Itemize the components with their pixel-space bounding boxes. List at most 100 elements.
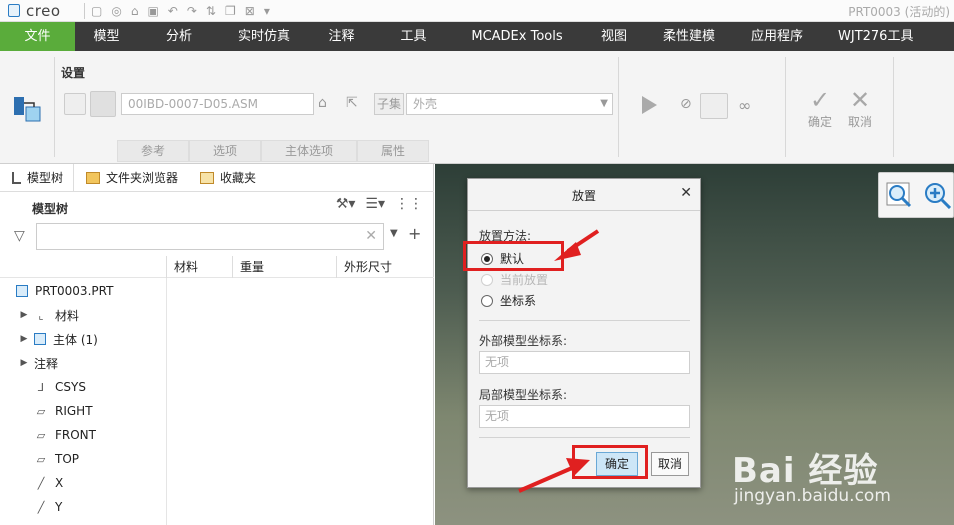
- ribbon-cancel-button[interactable]: ✕ 取消: [840, 87, 880, 130]
- placement-icon[interactable]: [12, 93, 44, 125]
- expand-icon[interactable]: ▶: [18, 358, 30, 368]
- dialog-header: 放置 ✕: [468, 179, 700, 211]
- datum-plane-icon: ▱: [36, 404, 46, 418]
- open-file-icon[interactable]: ⌂: [131, 4, 139, 18]
- close-icon[interactable]: ✕: [680, 185, 692, 201]
- baidu-watermark: Bai 经验: [732, 451, 879, 491]
- customize-dropdown-icon[interactable]: ▾: [264, 4, 270, 18]
- tab-body-options[interactable]: 主体选项: [261, 140, 357, 162]
- tree-item-x[interactable]: ╱ X: [34, 471, 64, 495]
- datum-axis-icon: ╱: [37, 476, 45, 490]
- tab-options[interactable]: 选项: [189, 140, 261, 162]
- glasses-icon[interactable]: ∞: [738, 96, 751, 115]
- menu-simulation[interactable]: 实时仿真: [220, 22, 308, 51]
- column-weight[interactable]: 重量: [232, 256, 336, 278]
- show-options-icon[interactable]: ☰▾: [365, 196, 385, 212]
- expand-icon[interactable]: ▶: [18, 334, 30, 344]
- tab-properties[interactable]: 属性: [357, 140, 429, 162]
- regenerate-icon[interactable]: ⇅: [206, 4, 216, 18]
- part-icon: [16, 285, 28, 297]
- local-csys-label: 局部模型坐标系:: [479, 388, 568, 402]
- globe-icon[interactable]: ◎: [111, 4, 121, 18]
- setting-group-label: 设置: [61, 66, 86, 80]
- menu-view[interactable]: 视图: [582, 22, 646, 51]
- refit-icon[interactable]: [885, 181, 913, 209]
- add-filter-icon[interactable]: +: [408, 224, 421, 243]
- creo-logo: creo: [8, 2, 84, 20]
- filter-dropdown-icon[interactable]: ▼: [390, 228, 398, 239]
- tree-title: 模型树: [32, 202, 69, 216]
- body-icon: [34, 333, 46, 345]
- redo-icon[interactable]: ↷: [187, 4, 197, 18]
- shell-select[interactable]: 外壳 ▼: [406, 93, 613, 115]
- tree-item-y[interactable]: ╱ Y: [34, 495, 63, 519]
- tab-model-tree[interactable]: 模型树: [0, 164, 75, 191]
- radio-icon[interactable]: [481, 294, 493, 307]
- assembly-input[interactable]: 00IBD-0007-D05.ASM: [121, 93, 314, 115]
- external-csys-field[interactable]: 无项: [479, 351, 690, 374]
- menu-bar: 文件 模型 分析 实时仿真 注释 工具 MCADEx Tools 视图 柔性建模…: [0, 22, 954, 51]
- tree-item-annotations[interactable]: ▶ 注释: [18, 351, 58, 375]
- zoom-in-icon[interactable]: [923, 181, 951, 209]
- save-icon[interactable]: ▣: [147, 4, 158, 18]
- menu-wjt276-tools[interactable]: WJT276工具: [822, 22, 954, 51]
- title-bar: creo ▢ ◎ ⌂ ▣ ↶ ↷ ⇅ ❐ ⊠ ▾ PRT0003 (活动的): [0, 0, 954, 22]
- menu-analysis[interactable]: 分析: [138, 22, 220, 51]
- select-reference-icon[interactable]: ⇱: [346, 95, 358, 111]
- pause-icon[interactable]: ⊘: [680, 96, 692, 112]
- menu-applications[interactable]: 应用程序: [732, 22, 822, 51]
- ribbon-ok-button[interactable]: ✓ 确定: [800, 87, 840, 130]
- chevron-down-icon: ▼: [600, 98, 608, 109]
- folder-browser-icon: [86, 171, 101, 184]
- favorites-icon: [200, 171, 215, 184]
- tree-item-top[interactable]: ▱ TOP: [34, 447, 79, 471]
- view-toolbar: [878, 172, 954, 218]
- highlight-default-option: [463, 241, 564, 271]
- column-display-icon[interactable]: ⋮⋮: [395, 196, 423, 212]
- windows-icon[interactable]: ❐: [225, 4, 236, 18]
- creo-cube-icon: [8, 4, 20, 17]
- reference-icon[interactable]: [64, 93, 86, 115]
- local-csys-field[interactable]: 无项: [479, 405, 690, 428]
- tree-item-body[interactable]: ▶ 主体 (1): [18, 327, 98, 351]
- tree-item-csys[interactable]: ⅃ CSYS: [34, 375, 86, 399]
- menu-tools[interactable]: 工具: [375, 22, 452, 51]
- menu-model[interactable]: 模型: [75, 22, 138, 51]
- tree-item-front[interactable]: ▱ FRONT: [34, 423, 96, 447]
- copy-mode-icon[interactable]: [90, 91, 116, 117]
- subset-button[interactable]: 子集: [374, 93, 404, 115]
- option-current-placement: 当前放置: [481, 271, 548, 288]
- menu-mcadex-tools[interactable]: MCADEx Tools: [452, 22, 582, 51]
- expand-icon[interactable]: ▶: [18, 310, 30, 320]
- filter-icon[interactable]: ▽: [14, 228, 25, 244]
- tab-favorites[interactable]: 收藏夹: [188, 164, 266, 191]
- external-csys-label: 外部模型坐标系:: [479, 334, 568, 348]
- tree-item-right[interactable]: ▱ RIGHT: [34, 399, 93, 423]
- undo-icon[interactable]: ↶: [168, 4, 178, 18]
- tab-folder-browser[interactable]: 文件夹浏览器: [74, 164, 188, 191]
- tab-references[interactable]: 参考: [117, 140, 189, 162]
- option-coordinate-system[interactable]: 坐标系: [481, 292, 536, 309]
- csys-icon: ⅃: [37, 380, 45, 394]
- dialog-cancel-button[interactable]: 取消: [651, 452, 689, 476]
- datum-axis-icon: ╱: [37, 500, 45, 514]
- material-icon: ⌞: [38, 308, 44, 322]
- tree-item-material[interactable]: ▶ ⌞ 材料: [18, 303, 79, 327]
- tree-settings-icon[interactable]: ⚒▾: [336, 196, 356, 212]
- tree-item-root[interactable]: PRT0003.PRT: [16, 279, 113, 303]
- column-dimensions[interactable]: 外形尺寸: [336, 256, 434, 278]
- datum-plane-icon: ▱: [36, 428, 46, 442]
- clear-icon[interactable]: ✕: [365, 228, 377, 244]
- close-window-icon[interactable]: ⊠: [245, 4, 255, 18]
- open-folder-icon[interactable]: ⌂: [318, 95, 327, 111]
- preview-icon[interactable]: [700, 93, 728, 119]
- new-file-icon[interactable]: ▢: [91, 4, 102, 18]
- play-icon[interactable]: [642, 96, 657, 114]
- menu-annotate[interactable]: 注释: [308, 22, 375, 51]
- column-material[interactable]: 材料: [166, 256, 232, 278]
- tree-search-input[interactable]: ✕: [36, 223, 384, 250]
- menu-file[interactable]: 文件: [0, 22, 75, 51]
- baidu-watermark-url: jingyan.baidu.com: [734, 486, 891, 506]
- tree-toolbar: ⚒▾ ☰▾ ⋮⋮: [336, 196, 423, 212]
- menu-flexible-modeling[interactable]: 柔性建模: [646, 22, 732, 51]
